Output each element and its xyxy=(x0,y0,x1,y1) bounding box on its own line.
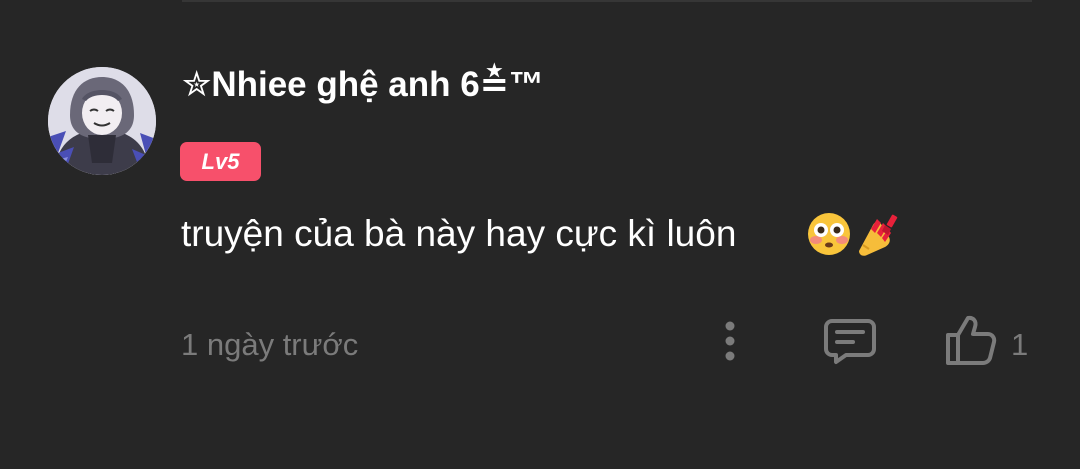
flushed-face-emoji xyxy=(806,211,852,257)
more-vertical-icon xyxy=(725,321,735,361)
reply-button[interactable] xyxy=(822,315,878,365)
level-badge: Lv5 xyxy=(180,142,261,181)
like-count: 1 xyxy=(1011,327,1029,362)
more-options-button[interactable] xyxy=(712,317,748,365)
comment-icon xyxy=(824,319,876,364)
avatar-image xyxy=(48,67,156,175)
timestamp: 1 ngày trước xyxy=(181,327,359,362)
nail-polish-emoji xyxy=(855,211,901,257)
username[interactable]: ✮Nhiee ghệ anh 6≛™ xyxy=(182,60,544,110)
thumbs-up-icon xyxy=(946,315,997,365)
top-divider xyxy=(182,0,1032,2)
avatar[interactable] xyxy=(48,67,156,175)
comment-text: truyện của bà này hay cực kì luôn xyxy=(181,213,737,254)
like-button[interactable] xyxy=(944,313,998,367)
